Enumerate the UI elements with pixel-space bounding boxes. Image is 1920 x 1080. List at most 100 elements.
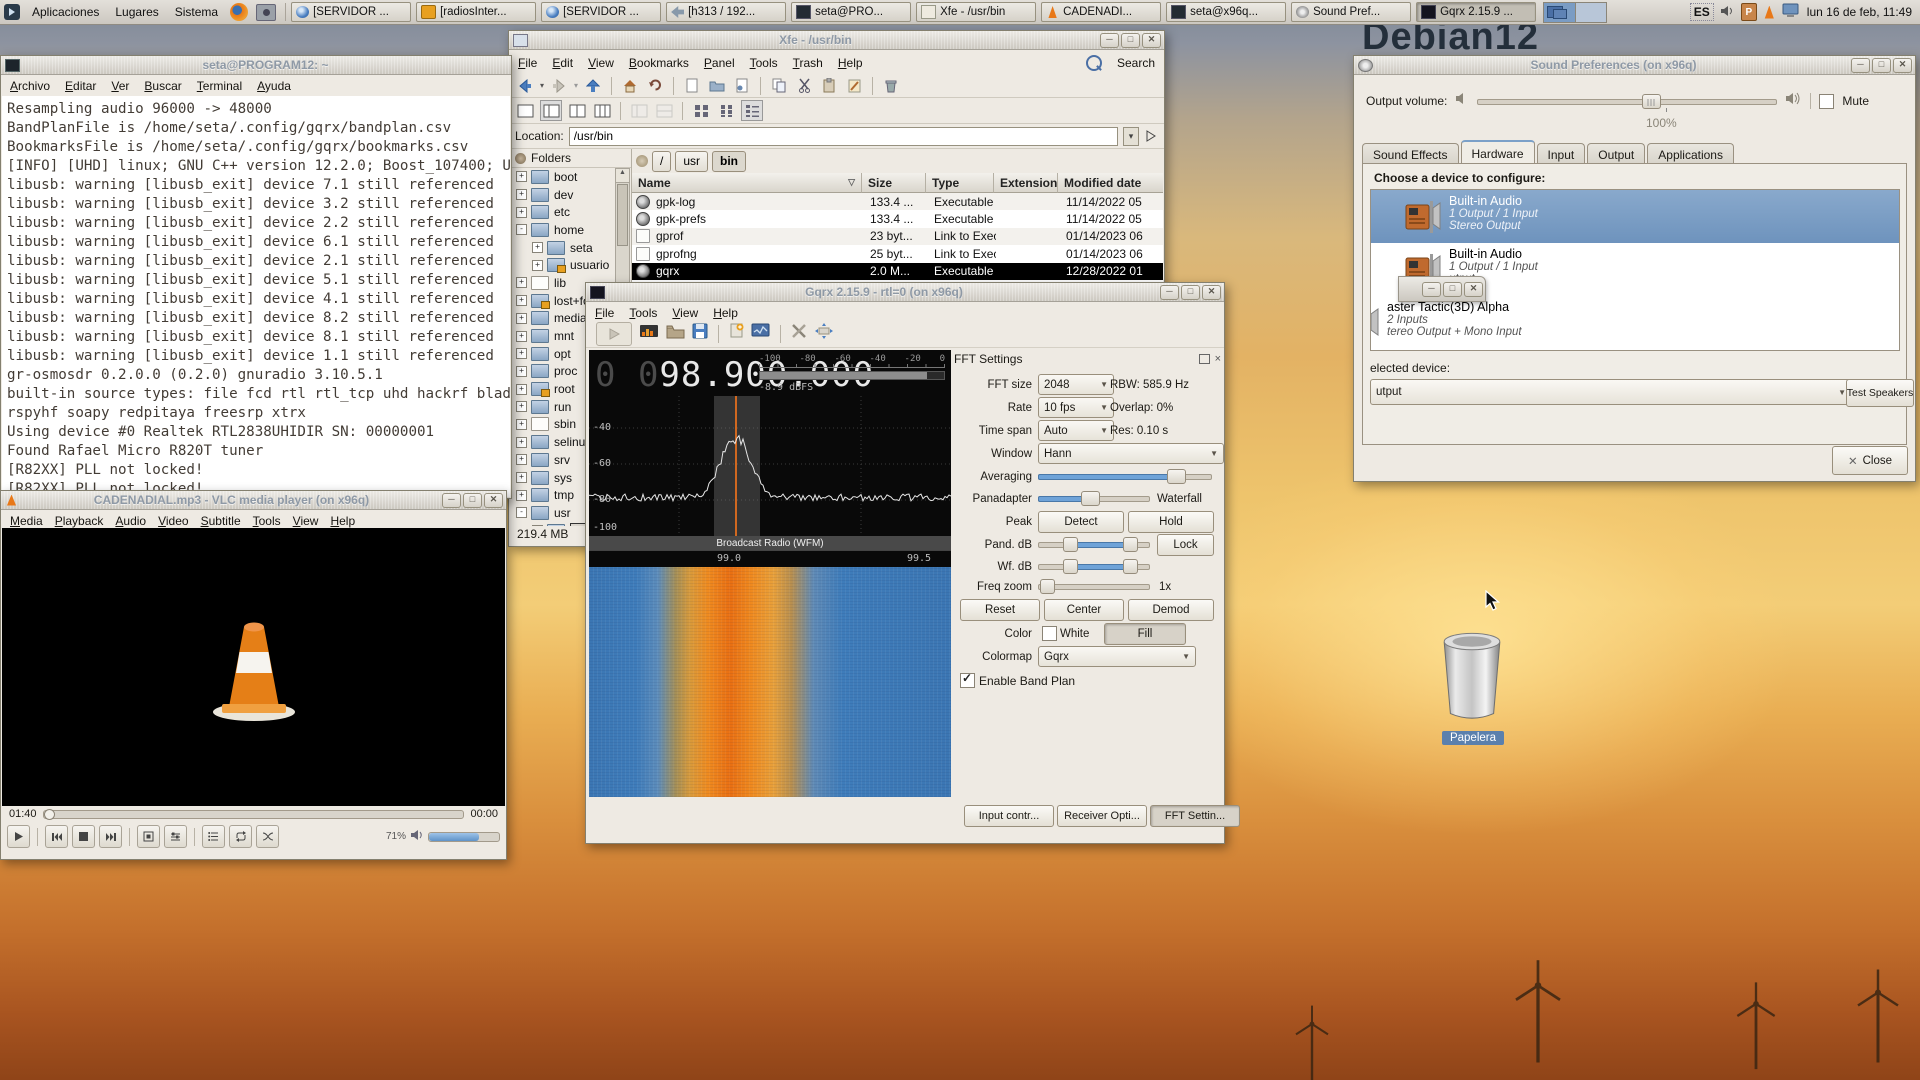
menu-sistema[interactable]: Sistema xyxy=(167,0,226,24)
shuffle-button[interactable] xyxy=(256,825,279,848)
tree-item-label[interactable]: lib xyxy=(554,276,566,290)
tree-item[interactable]: + etc xyxy=(514,203,631,221)
tree-item-label[interactable]: dev xyxy=(554,188,573,202)
cut-icon[interactable] xyxy=(794,76,814,95)
menu-ver[interactable]: Ver xyxy=(111,79,129,93)
tree-item[interactable]: + dev xyxy=(514,186,631,204)
properties-icon[interactable] xyxy=(844,76,864,95)
gqrx-titlebar[interactable]: Gqrx 2.15.9 - rtl=0 (on x96q) ─□✕ xyxy=(586,283,1224,302)
tree-item[interactable]: + usuario xyxy=(514,256,631,274)
tree-item-label[interactable]: home xyxy=(554,223,584,237)
taskbar-button[interactable]: [radiosInter... xyxy=(416,2,536,22)
menu-trash[interactable]: Trash xyxy=(793,56,823,70)
demod-button[interactable]: Demod xyxy=(1128,599,1214,621)
file-row[interactable]: gprofng 25 byt... Link to Exec... 01/14/… xyxy=(632,245,1163,262)
speaker-icon[interactable] xyxy=(410,828,424,846)
refresh-icon[interactable] xyxy=(645,76,665,95)
sound-titlebar[interactable]: Sound Preferences (on x96q) ─□✕ xyxy=(1354,56,1915,75)
vlc-tray-icon[interactable] xyxy=(1763,6,1776,19)
menu-view[interactable]: View xyxy=(672,306,698,320)
tree-item-label[interactable]: mnt xyxy=(554,329,574,343)
dock-tab[interactable]: Input contr... xyxy=(964,805,1054,827)
pandapter[interactable]: -40 -60 -80 -100 xyxy=(589,396,951,536)
maximize-button[interactable]: □ xyxy=(463,493,482,508)
file-row[interactable]: gprof 23 byt... Link to Exec... 01/14/20… xyxy=(632,228,1163,245)
menu-edit[interactable]: Edit xyxy=(552,56,573,70)
enable-band-plan-checkbox[interactable] xyxy=(960,673,975,688)
hold-button[interactable]: Hold xyxy=(1128,511,1214,533)
terminal-output[interactable]: Resampling audio 96000 -> 48000BandPlanF… xyxy=(2,96,510,497)
path-bin-button[interactable]: bin xyxy=(712,151,746,172)
forward-dropdown-icon[interactable]: ▾ xyxy=(574,81,578,90)
terminal-titlebar[interactable]: seta@PROGRAM12: ~ xyxy=(1,56,511,75)
minimize-button[interactable]: ─ xyxy=(1100,33,1119,48)
menu-help[interactable]: Help xyxy=(838,56,863,70)
location-go-icon[interactable] xyxy=(1144,127,1158,146)
tree-item-label[interactable]: run xyxy=(554,400,571,414)
menu-tools[interactable]: Tools xyxy=(750,56,778,70)
tree-item-label[interactable]: proc xyxy=(554,364,577,378)
panadapter-slider[interactable] xyxy=(1038,490,1150,507)
close-button[interactable]: ✕ xyxy=(484,493,503,508)
tree-expander[interactable]: + xyxy=(516,401,527,412)
detect-button[interactable]: Detect xyxy=(1038,511,1124,533)
dsp-display-icon[interactable] xyxy=(751,323,770,344)
location-input[interactable] xyxy=(569,127,1118,146)
timespan-combo[interactable]: Auto▼ xyxy=(1038,420,1114,441)
clock[interactable]: lun 16 de feb, 11:49 xyxy=(1807,5,1912,19)
column-type[interactable]: Type xyxy=(926,173,994,193)
column-extension[interactable]: Extension xyxy=(994,173,1058,193)
colormap-combo[interactable]: Gqrx▼ xyxy=(1038,646,1196,667)
trash-icon[interactable] xyxy=(1436,628,1508,723)
tree-two-panel-icon[interactable] xyxy=(592,101,612,120)
menu-file[interactable]: File xyxy=(595,306,614,320)
menu-view[interactable]: View xyxy=(588,56,614,70)
tree-expander[interactable]: + xyxy=(516,171,527,182)
menu-view[interactable]: View xyxy=(293,514,319,528)
tree-expander[interactable]: + xyxy=(532,242,543,253)
firefox-launcher-icon[interactable] xyxy=(230,3,248,21)
fullscreen-button[interactable] xyxy=(137,825,160,848)
close-sound-button[interactable]: ✕Close xyxy=(1832,446,1908,475)
detail-list-icon[interactable] xyxy=(741,100,763,121)
minimize-button[interactable]: ─ xyxy=(1422,282,1441,297)
copy-icon[interactable] xyxy=(769,76,789,95)
tree-expander[interactable]: + xyxy=(516,295,527,306)
one-panel-icon[interactable] xyxy=(515,101,535,120)
lock-button[interactable]: Lock xyxy=(1157,534,1214,556)
tree-item[interactable]: + seta xyxy=(514,239,631,257)
tree-item-label[interactable]: etc xyxy=(554,205,570,219)
taskbar-button[interactable]: [SERVIDOR ... xyxy=(291,2,411,22)
menu-editar[interactable]: Editar xyxy=(65,79,96,93)
fft-size-combo[interactable]: 2048▼ xyxy=(1038,374,1114,395)
forward-icon[interactable] xyxy=(549,76,569,95)
tree-item-label[interactable]: seta xyxy=(570,241,593,255)
clipboard-tray-icon[interactable]: P xyxy=(1741,3,1757,21)
close-button[interactable]: ✕ xyxy=(1142,33,1161,48)
save-icon[interactable] xyxy=(692,323,708,344)
file-row[interactable]: gpk-log 133.4 ... Executable 11/14/2022 … xyxy=(632,193,1163,210)
location-dropdown-icon[interactable]: ▾ xyxy=(1123,127,1139,146)
home-icon[interactable] xyxy=(620,76,640,95)
dock-tab[interactable]: Receiver Opti... xyxy=(1057,805,1147,827)
maximize-button[interactable]: □ xyxy=(1181,285,1200,300)
big-icons-icon[interactable] xyxy=(691,101,711,120)
tree-item-label[interactable]: media xyxy=(554,311,587,325)
trash-toolbar-icon[interactable] xyxy=(881,76,901,95)
column-size[interactable]: Size xyxy=(862,173,926,193)
path-usr-button[interactable]: usr xyxy=(675,151,708,172)
tree-item-label[interactable]: srv xyxy=(554,453,570,467)
display-tray-icon[interactable] xyxy=(1782,3,1799,21)
up-icon[interactable] xyxy=(583,76,603,95)
menu-tools[interactable]: Tools xyxy=(629,306,657,320)
tree-expander[interactable]: + xyxy=(516,384,527,395)
tree-expander[interactable]: + xyxy=(516,348,527,359)
menu-archivo[interactable]: Archivo xyxy=(10,79,50,93)
tree-item[interactable]: - home xyxy=(514,221,631,239)
new-link-icon[interactable] xyxy=(732,76,752,95)
white-checkbox[interactable] xyxy=(1042,626,1057,641)
tree-expander[interactable]: + xyxy=(516,207,527,218)
window-combo[interactable]: Hann▼ xyxy=(1038,443,1224,464)
deselect-icon[interactable] xyxy=(636,155,648,167)
workspace-switcher[interactable] xyxy=(1543,2,1607,23)
